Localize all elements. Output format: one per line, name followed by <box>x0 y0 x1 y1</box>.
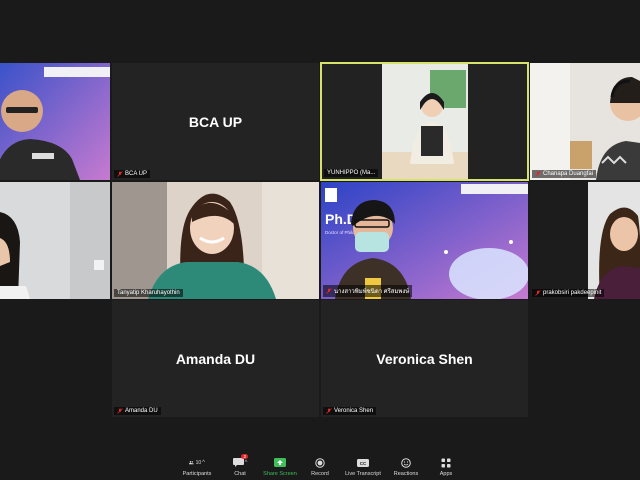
apps-grid-icon <box>441 458 451 467</box>
participant-name-label: Chanapa Duangfai <box>532 170 597 178</box>
record-button[interactable]: Record <box>300 456 340 477</box>
participant-name-display: BCA UP <box>188 113 243 130</box>
meeting-toolbar: 10 ^ Participants 2 ^ Chat Share Screen … <box>0 448 640 480</box>
participant-name-label: YUNHIPPO (Ma... <box>324 169 379 177</box>
participants-button[interactable]: 10 ^ Participants <box>174 456 220 478</box>
participant-name-label: Tanyatip Kharuhayothin <box>114 289 183 297</box>
participant-video: Ph.D Doctor of Philosophy <box>321 182 528 299</box>
caret-up-icon[interactable]: ^ <box>245 460 248 466</box>
chat-unread-badge: 2 <box>241 454 248 459</box>
chat-button[interactable]: 2 ^ Chat <box>220 454 260 477</box>
participant-name-label: นางสาวพิมพ์ชนิดา ศรีสมพงษ์ <box>323 285 413 297</box>
participant-tile-4[interactable]: Chanapa Duangfai <box>530 63 640 180</box>
smiley-icon <box>401 457 411 468</box>
participant-video <box>530 63 640 180</box>
mic-muted-icon <box>535 290 541 296</box>
participant-tile-10[interactable]: Veronica Shen Veronica Shen <box>321 300 528 417</box>
participant-tile-6[interactable]: Tanyatip Kharuhayothin <box>112 182 319 299</box>
record-icon <box>315 457 325 468</box>
participant-tile-9[interactable]: Amanda DU Amanda DU <box>112 300 319 417</box>
participant-name-display: Veronica Shen <box>376 350 473 367</box>
mic-muted-icon <box>117 171 123 177</box>
caret-up-icon[interactable]: ^ <box>202 460 205 466</box>
participants-count: 10 <box>195 459 202 466</box>
share-screen-button[interactable]: Share Screen <box>260 456 300 477</box>
mic-muted-icon <box>326 288 332 294</box>
participant-video <box>0 63 110 180</box>
participant-tile-7[interactable]: Ph.D Doctor of Philosophy นางสาวพิมพ์ชนิ… <box>321 182 528 299</box>
reactions-button[interactable]: Reactions <box>386 456 426 477</box>
participant-tile-2[interactable]: BCA UP BCA UP <box>112 63 319 180</box>
participant-name-label: Amanda DU <box>114 407 161 415</box>
svg-text:CC: CC <box>360 461 367 466</box>
mic-muted-icon <box>535 171 541 177</box>
closed-caption-icon: CC <box>357 458 369 467</box>
participant-name-display: Amanda DU <box>175 350 256 367</box>
participant-tile-8[interactable]: prakobsiri pakdeepinit <box>530 182 640 299</box>
participant-name-label: BCA UP <box>114 170 151 178</box>
participants-icon <box>189 460 194 465</box>
participant-name-label: prakobsiri pakdeepinit <box>532 289 605 297</box>
mic-muted-icon <box>326 408 332 414</box>
participant-tile-1[interactable] <box>0 63 110 180</box>
apps-button[interactable]: Apps <box>426 456 466 477</box>
participant-tile-5[interactable] <box>0 182 110 299</box>
live-transcript-button[interactable]: CC Live Transcript <box>340 456 386 477</box>
participant-video <box>112 182 319 299</box>
share-screen-icon <box>274 458 286 467</box>
participant-video <box>0 182 110 299</box>
participant-name-label: Veronica Shen <box>323 407 377 415</box>
chat-icon <box>232 458 244 467</box>
participant-tile-3-active-speaker[interactable]: YUNHIPPO (Ma... <box>320 62 529 181</box>
participant-video <box>322 64 527 179</box>
mic-muted-icon <box>117 408 123 414</box>
participant-video <box>530 182 640 299</box>
